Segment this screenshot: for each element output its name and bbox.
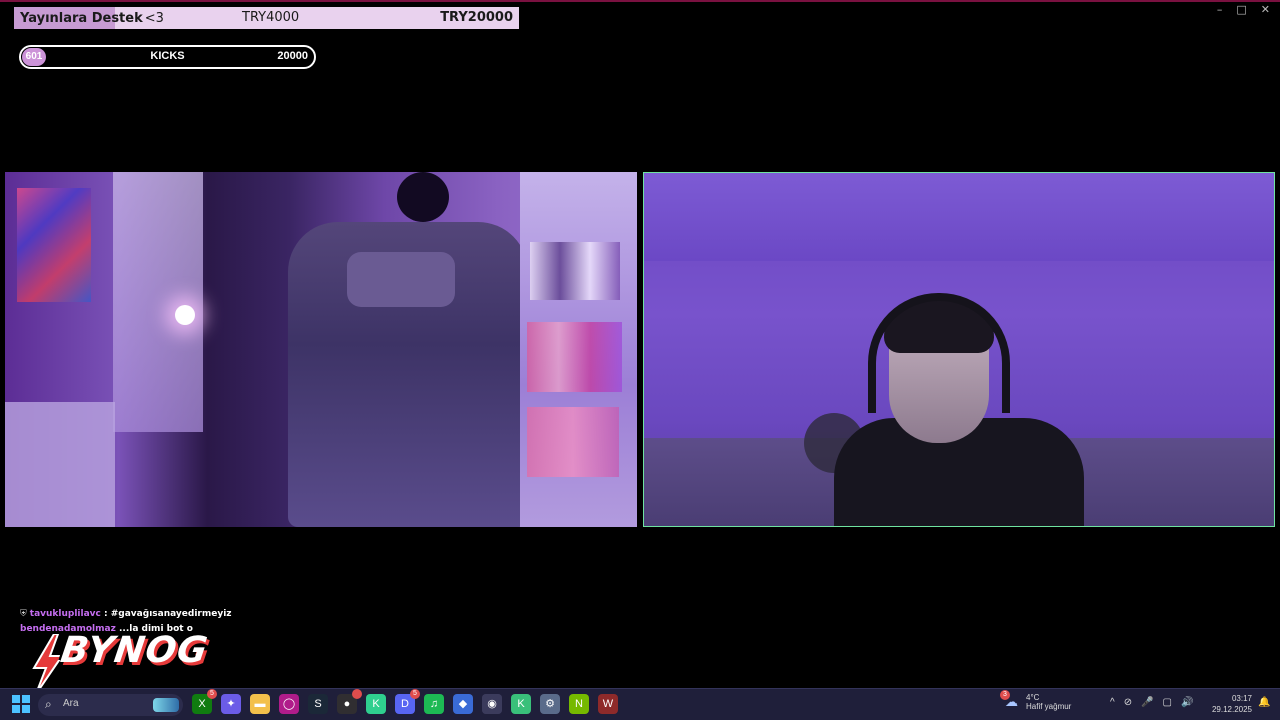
- kicks-target: 20000: [277, 50, 308, 62]
- app-badge: [352, 689, 362, 699]
- discord-glyph: D: [401, 698, 409, 710]
- kicks-goal-bar: 601 KICKS 20000: [19, 45, 316, 69]
- kick-studio-glyph: K: [517, 698, 525, 710]
- circle-app-glyph: ◯: [282, 698, 296, 710]
- tray-app-icon[interactable]: ⊘: [1124, 697, 1132, 708]
- app-badge: 5: [410, 689, 420, 699]
- chrome-icon[interactable]: ◉: [482, 694, 502, 714]
- maximize-button[interactable]: □: [1236, 3, 1246, 16]
- weather-icon: ☁ 3: [1000, 690, 1021, 709]
- kicks-label: KICKS: [21, 50, 314, 62]
- settings-glyph: ⚙: [545, 698, 555, 710]
- winrar-glyph: W: [602, 698, 614, 710]
- chat-text: #gavağısanayedirmeyiz: [110, 609, 232, 619]
- search-icon: ⌕: [45, 697, 52, 711]
- taskbar-apps: X 5 ✦ ▬ ◯ S ● K D 5 ♫ ◆ ◉ K ⚙ N W: [192, 689, 618, 714]
- shelf-books: [530, 242, 620, 300]
- steam-icon[interactable]: S: [308, 694, 328, 714]
- headphones: [868, 293, 1010, 413]
- weather-desc: Hafif yağmur: [1026, 702, 1072, 711]
- minimize-button[interactable]: –: [1217, 3, 1223, 16]
- close-button[interactable]: ✕: [1261, 3, 1270, 16]
- window-controls: – □ ✕: [1217, 3, 1270, 16]
- donation-goal-bar: Yayınlara Destek <3 TRY4000 TRY20000: [14, 7, 519, 29]
- kicks-label-text: KICKS: [150, 50, 185, 62]
- system-tray: ^ ⊘ 🎤 ▢ 🔊: [1110, 697, 1193, 708]
- shelf-toys: [527, 322, 622, 392]
- dresser: [5, 402, 115, 527]
- notification-bell-icon[interactable]: 🔔: [1258, 697, 1270, 708]
- weather-temp: 4°C: [1026, 693, 1040, 702]
- clock[interactable]: 03:17 29.12.2025: [1210, 693, 1252, 715]
- folder-glyph: ▬: [254, 698, 266, 710]
- app-glyph: ◆: [458, 698, 468, 710]
- donation-label: Yayınlara Destek: [20, 10, 143, 26]
- left-shelf: [113, 172, 203, 432]
- room-camera-feed: [5, 172, 637, 527]
- donation-heart: <3: [144, 10, 164, 26]
- kick-app-glyph: K: [372, 698, 380, 710]
- search-highlight-icon: [153, 698, 179, 712]
- wall-poster: [17, 188, 91, 302]
- folder-icon[interactable]: ▬: [250, 694, 270, 714]
- chat-message: ⛨ tavukluplilavc : #gavağısanayedirmeyiz: [20, 609, 232, 619]
- settings-icon[interactable]: ⚙: [540, 694, 560, 714]
- donation-current: TRY4000: [242, 10, 300, 25]
- glow-light: [175, 305, 195, 325]
- steam-glyph: S: [314, 698, 322, 710]
- nvidia-glyph: N: [575, 698, 583, 710]
- copilot-glyph: ✦: [226, 698, 236, 710]
- spotify-icon[interactable]: ♫: [424, 694, 444, 714]
- chair-pillow: [347, 252, 455, 307]
- discord-icon[interactable]: D5: [395, 689, 420, 714]
- kick-app-icon[interactable]: K: [366, 694, 386, 714]
- volume-icon[interactable]: 🔊: [1181, 697, 1193, 708]
- ceiling: [644, 173, 1274, 261]
- tray-chevron-icon[interactable]: ^: [1110, 697, 1115, 708]
- shelf-boxes: [527, 407, 619, 477]
- app-icon[interactable]: ◆: [453, 694, 473, 714]
- clock-time: 03:17: [1231, 694, 1252, 703]
- search-placeholder: Ara: [63, 698, 79, 709]
- logo-text: BYNOG: [58, 630, 211, 671]
- circle-app-icon[interactable]: ◯: [279, 694, 299, 714]
- donation-target: TRY20000: [440, 10, 513, 25]
- shield-icon: ⛨: [20, 609, 27, 619]
- taskbar-search[interactable]: ⌕ Ara: [38, 694, 183, 716]
- clock-date: 29.12.2025: [1211, 705, 1252, 714]
- weather-badge: 3: [1000, 690, 1010, 700]
- app-badge: 5: [207, 689, 217, 699]
- chat-username: tavukluplilavc: [29, 609, 101, 619]
- weather-widget[interactable]: ☁ 3 4°C Hafif yağmur: [1000, 690, 1072, 711]
- nvidia-icon[interactable]: N: [569, 694, 589, 714]
- xbox-icon[interactable]: X5: [192, 689, 217, 714]
- kick-studio-icon[interactable]: K: [511, 694, 531, 714]
- streamer-camera-feed: [643, 172, 1275, 527]
- channel-logo: BYNOG: [28, 630, 211, 694]
- obs-glyph: ●: [343, 698, 351, 710]
- chrome-glyph: ◉: [487, 698, 497, 710]
- taskbar: ⌕ Ara X 5 ✦ ▬ ◯ S ● K D 5 ♫ ◆ ◉ K ⚙ N W ☁ 3 4°C Hafif yağ…: [0, 688, 1280, 720]
- microphone-icon[interactable]: 🎤: [1141, 697, 1153, 708]
- spotify-glyph: ♫: [429, 698, 439, 710]
- winrar-icon[interactable]: W: [598, 694, 618, 714]
- network-icon[interactable]: ▢: [1163, 697, 1172, 708]
- windows-start-icon[interactable]: [12, 695, 30, 713]
- xbox-glyph: X: [198, 698, 206, 710]
- obs-icon[interactable]: ●: [337, 689, 362, 714]
- copilot-icon[interactable]: ✦: [221, 694, 241, 714]
- wall-round-object: [397, 172, 449, 222]
